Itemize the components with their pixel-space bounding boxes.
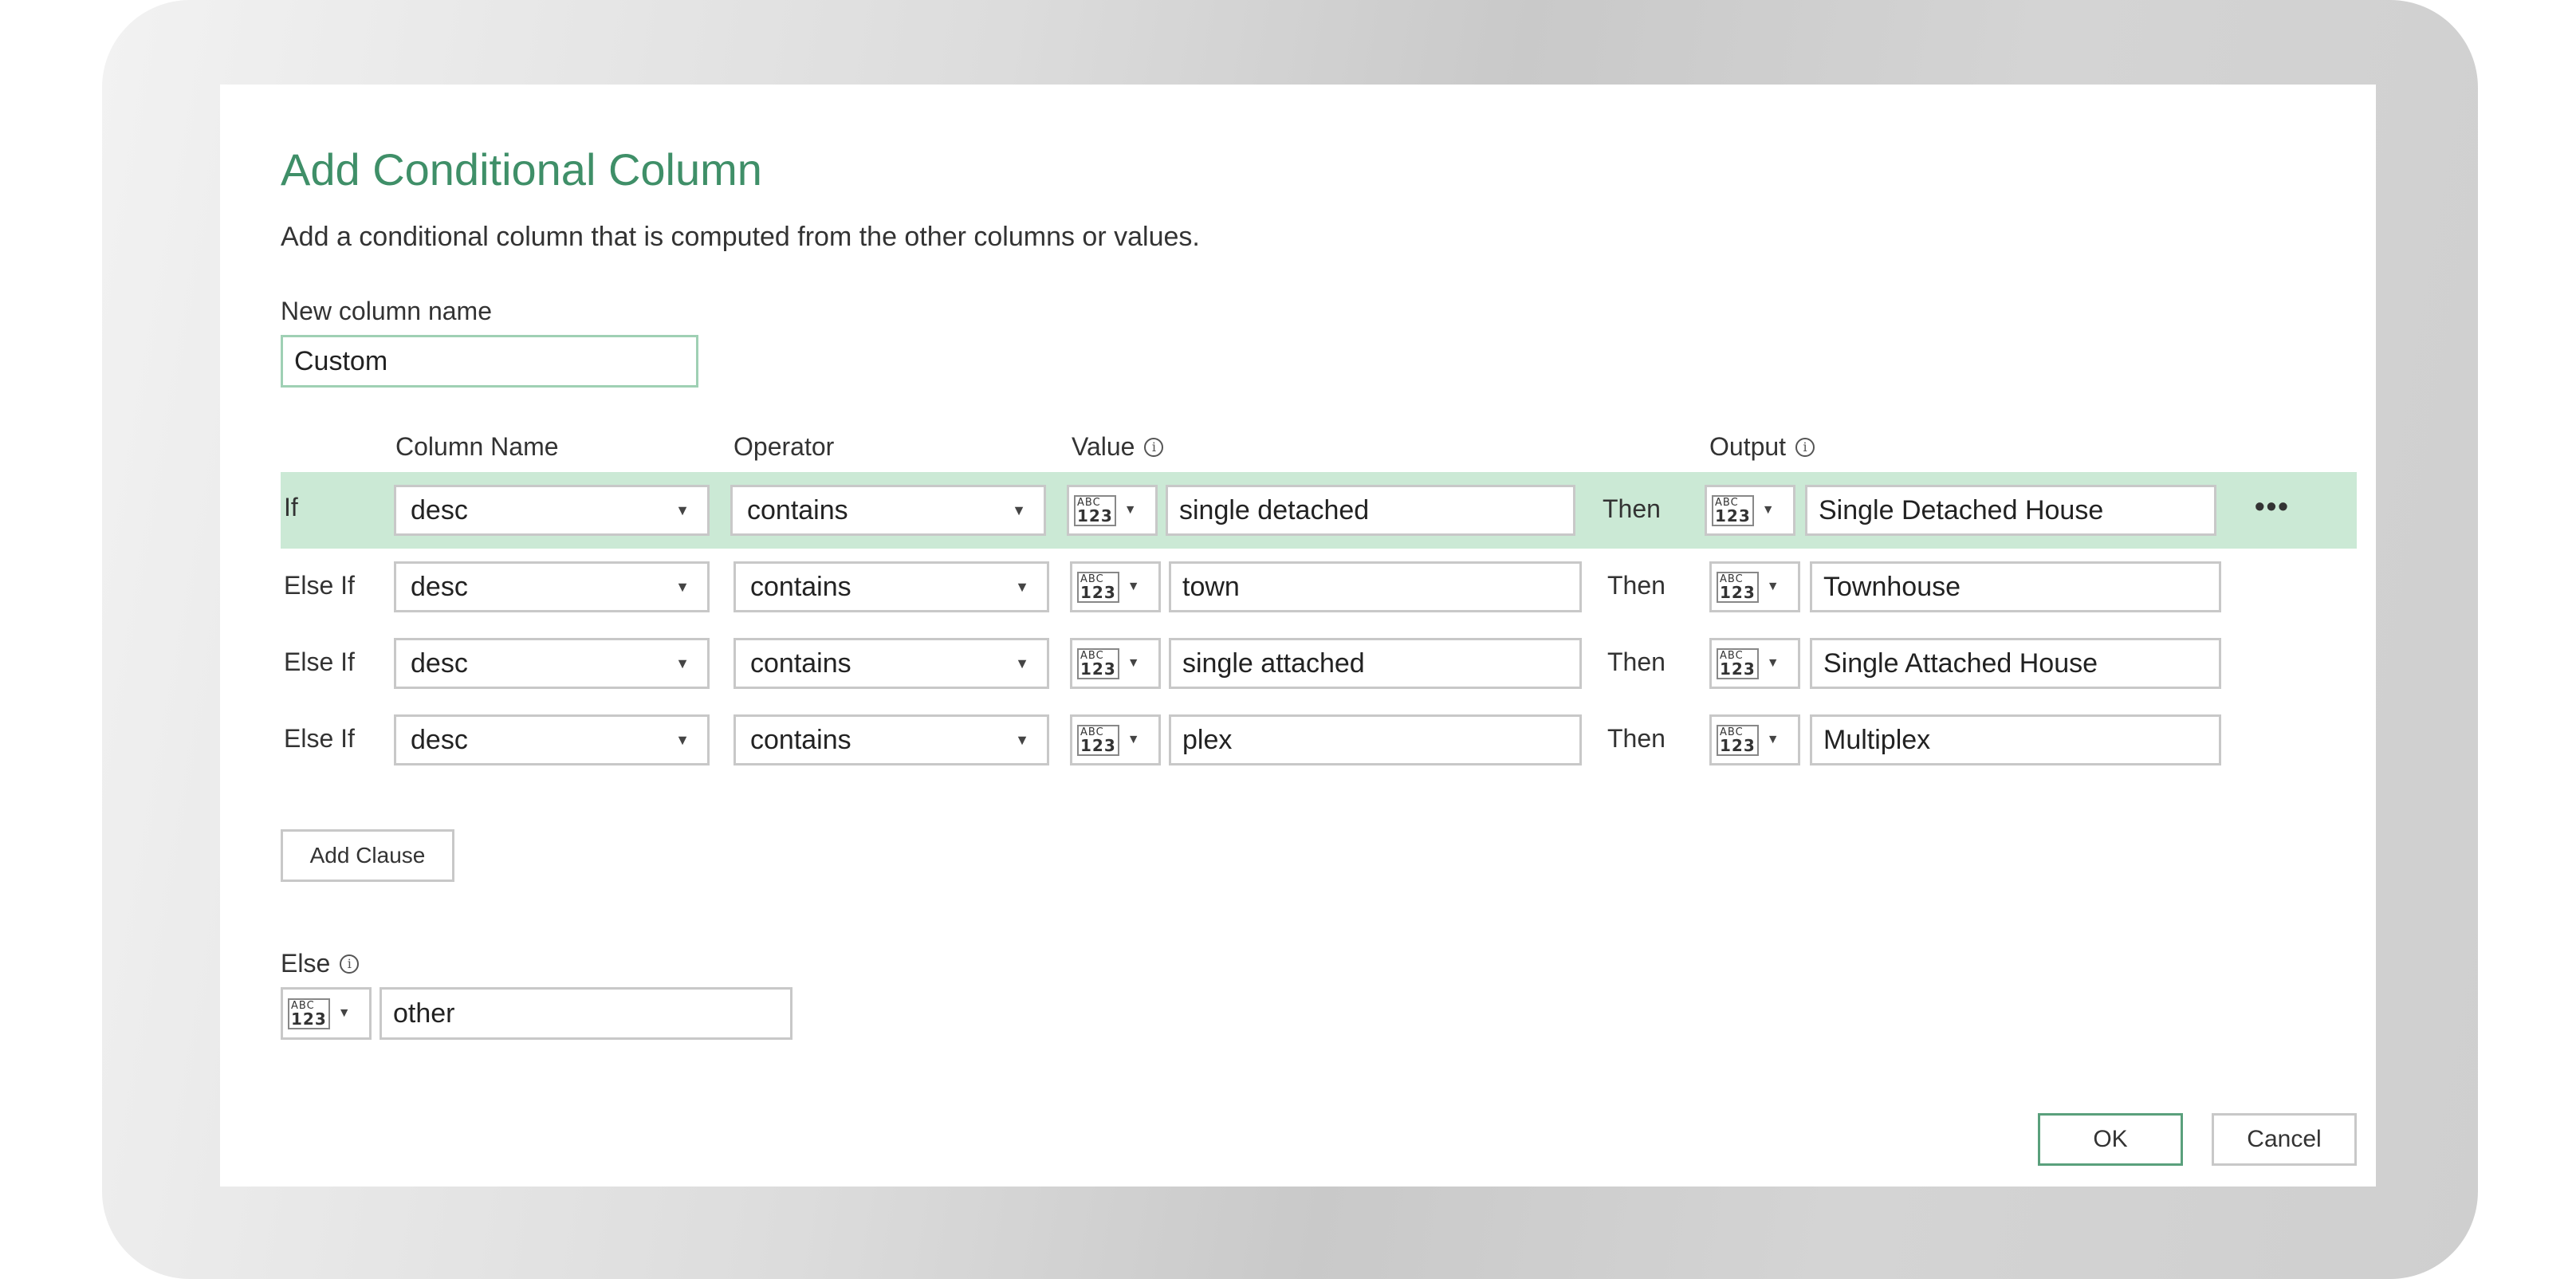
- else-info-icon[interactable]: i: [340, 954, 360, 974]
- abc-123-type-icon: ABC 123: [1074, 494, 1116, 526]
- row-2-operator-dropdown[interactable]: contains ▼: [733, 638, 1049, 689]
- add-clause-button[interactable]: Add Clause: [281, 829, 454, 882]
- abc-123-type-icon: ABC 123: [288, 998, 330, 1029]
- more-options-icon[interactable]: •••: [2255, 490, 2290, 523]
- row-0-column-dropdown[interactable]: desc ▼: [394, 485, 710, 536]
- chevron-down-icon: ▼: [1015, 578, 1029, 595]
- abc-123-type-icon: ABC 123: [1077, 647, 1119, 679]
- else-label-group: Else i: [281, 949, 360, 978]
- chevron-down-icon: ▼: [1127, 656, 1140, 670]
- row-1-then-label: Then: [1607, 571, 1666, 600]
- cancel-button[interactable]: Cancel: [2212, 1113, 2357, 1166]
- dialog-title: Add Conditional Column: [281, 144, 762, 195]
- dialog-description: Add a conditional column that is compute…: [281, 222, 1200, 252]
- output-header: Output i: [1709, 432, 1815, 462]
- chevron-down-icon: ▼: [1766, 580, 1780, 593]
- row-2-value-input[interactable]: single attached: [1169, 638, 1582, 689]
- abc-123-type-icon: ABC 123: [1717, 647, 1759, 679]
- row-3-output-type-button[interactable]: ABC 123 ▼: [1709, 714, 1800, 765]
- chevron-down-icon: ▼: [675, 731, 690, 748]
- chevron-down-icon: ▼: [1766, 733, 1780, 746]
- row-3-output-input[interactable]: Multiplex: [1810, 714, 2221, 765]
- row-0-operator-dropdown[interactable]: contains ▼: [730, 485, 1046, 536]
- row-2-output-type-button[interactable]: ABC 123 ▼: [1709, 638, 1800, 689]
- value-header: Value i: [1072, 432, 1164, 462]
- chevron-down-icon: ▼: [1015, 731, 1029, 748]
- row-1-output-type-button[interactable]: ABC 123 ▼: [1709, 561, 1800, 612]
- row-3-label: Else If: [284, 724, 355, 753]
- row-2-column-dropdown[interactable]: desc ▼: [394, 638, 710, 689]
- abc-123-type-icon: ABC 123: [1712, 494, 1754, 526]
- abc-123-type-icon: ABC 123: [1077, 571, 1119, 603]
- chevron-down-icon: ▼: [1127, 580, 1140, 593]
- chevron-down-icon: ▼: [675, 502, 690, 518]
- else-type-button[interactable]: ABC 123 ▼: [281, 987, 372, 1040]
- row-3-value-type-button[interactable]: ABC 123 ▼: [1070, 714, 1161, 765]
- chevron-down-icon: ▼: [1766, 656, 1780, 670]
- row-1-value-input[interactable]: town: [1169, 561, 1582, 612]
- row-2-output-input[interactable]: Single Attached House: [1810, 638, 2221, 689]
- row-1-label: Else If: [284, 571, 355, 600]
- else-value-input[interactable]: other: [380, 987, 792, 1040]
- chevron-down-icon: ▼: [337, 1006, 351, 1020]
- row-1-column-dropdown[interactable]: desc ▼: [394, 561, 710, 612]
- row-1-value-type-button[interactable]: ABC 123 ▼: [1070, 561, 1161, 612]
- row-2-label: Else If: [284, 647, 355, 676]
- ok-button[interactable]: OK: [2038, 1113, 2183, 1166]
- row-2-value-type-button[interactable]: ABC 123 ▼: [1070, 638, 1161, 689]
- new-column-name-label: New column name: [281, 297, 492, 325]
- value-info-icon[interactable]: i: [1144, 437, 1164, 457]
- row-1-operator-dropdown[interactable]: contains ▼: [733, 561, 1049, 612]
- new-column-name-input[interactable]: Custom: [281, 335, 698, 388]
- row-2-then-label: Then: [1607, 647, 1666, 676]
- chevron-down-icon: ▼: [1012, 502, 1026, 518]
- abc-123-type-icon: ABC 123: [1077, 724, 1119, 756]
- add-conditional-column-dialog: Add Conditional Column Add a conditional…: [220, 85, 2376, 1187]
- chevron-down-icon: ▼: [1123, 503, 1137, 517]
- chevron-down-icon: ▼: [1015, 655, 1029, 671]
- abc-123-type-icon: ABC 123: [1717, 724, 1759, 756]
- abc-123-type-icon: ABC 123: [1717, 571, 1759, 603]
- row-0-output-type-button[interactable]: ABC 123 ▼: [1705, 485, 1795, 536]
- column-name-header: Column Name: [395, 432, 559, 461]
- row-0-value-type-button[interactable]: ABC 123 ▼: [1067, 485, 1158, 536]
- row-0-value-input[interactable]: single detached: [1166, 485, 1575, 536]
- row-0-output-input[interactable]: Single Detached House: [1805, 485, 2216, 536]
- row-0-then-label: Then: [1603, 494, 1661, 523]
- output-info-icon[interactable]: i: [1795, 437, 1815, 457]
- else-label: Else: [281, 949, 331, 978]
- row-3-value-input[interactable]: plex: [1169, 714, 1582, 765]
- row-3-column-dropdown[interactable]: desc ▼: [394, 714, 710, 765]
- row-3-then-label: Then: [1607, 724, 1666, 753]
- operator-header: Operator: [733, 432, 835, 461]
- chevron-down-icon: ▼: [1761, 503, 1775, 517]
- chevron-down-icon: ▼: [1127, 733, 1140, 746]
- row-1-output-input[interactable]: Townhouse: [1810, 561, 2221, 612]
- row-3-operator-dropdown[interactable]: contains ▼: [733, 714, 1049, 765]
- chevron-down-icon: ▼: [675, 578, 690, 595]
- chevron-down-icon: ▼: [675, 655, 690, 671]
- row-0-label: If: [284, 493, 298, 521]
